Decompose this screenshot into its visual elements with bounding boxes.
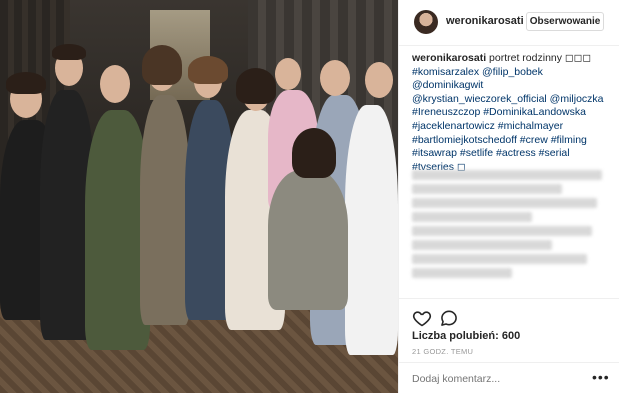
likes-count[interactable]: Liczba polubień: 600 — [412, 330, 520, 342]
person-hair — [292, 128, 336, 178]
person-head — [365, 62, 393, 98]
blurred-comment — [412, 254, 587, 264]
blurred-comment — [412, 212, 532, 222]
caption-text: portret rodzinny ◻◻◻ — [486, 52, 592, 64]
blurred-comment — [412, 240, 552, 250]
post-timestamp[interactable]: 21 GODZ. TEMU — [412, 347, 473, 356]
blurred-comment — [412, 268, 512, 278]
person — [345, 105, 398, 355]
comment-bar: ••• — [399, 362, 619, 393]
post-caption: weronikarosati portret rodzinny ◻◻◻ #kom… — [412, 52, 612, 174]
person-hair — [52, 44, 86, 60]
caption-username[interactable]: weronikarosati — [412, 52, 486, 64]
person-head — [275, 58, 301, 90]
person-hair — [6, 72, 46, 94]
avatar[interactable] — [414, 10, 438, 34]
comment-input[interactable] — [412, 371, 572, 387]
post-sidebar: weronikarosati Obserwowanie weronikarosa… — [398, 0, 619, 393]
more-options-icon[interactable]: ••• — [592, 369, 610, 385]
follow-button[interactable]: Obserwowanie — [526, 12, 604, 31]
person-hair — [142, 45, 182, 85]
blurred-comment — [412, 198, 597, 208]
blurred-comment — [412, 184, 562, 194]
person — [140, 95, 190, 325]
username-link[interactable]: weronikarosati — [446, 15, 524, 27]
comment-icon[interactable] — [439, 308, 459, 328]
caption-tags[interactable]: #komisarzalex @filip_bobek @dominikagwit… — [412, 66, 604, 173]
blurred-comment — [412, 170, 602, 180]
person-hair — [188, 56, 228, 84]
photo-group — [0, 40, 398, 360]
heart-icon[interactable] — [412, 308, 432, 328]
person-hair — [236, 68, 276, 104]
person-head — [320, 60, 350, 96]
blurred-comment — [412, 226, 592, 236]
post-header: weronikarosati Obserwowanie — [399, 0, 619, 46]
person-head — [100, 65, 130, 103]
person-seated — [268, 170, 348, 310]
post-photo[interactable] — [0, 0, 398, 393]
